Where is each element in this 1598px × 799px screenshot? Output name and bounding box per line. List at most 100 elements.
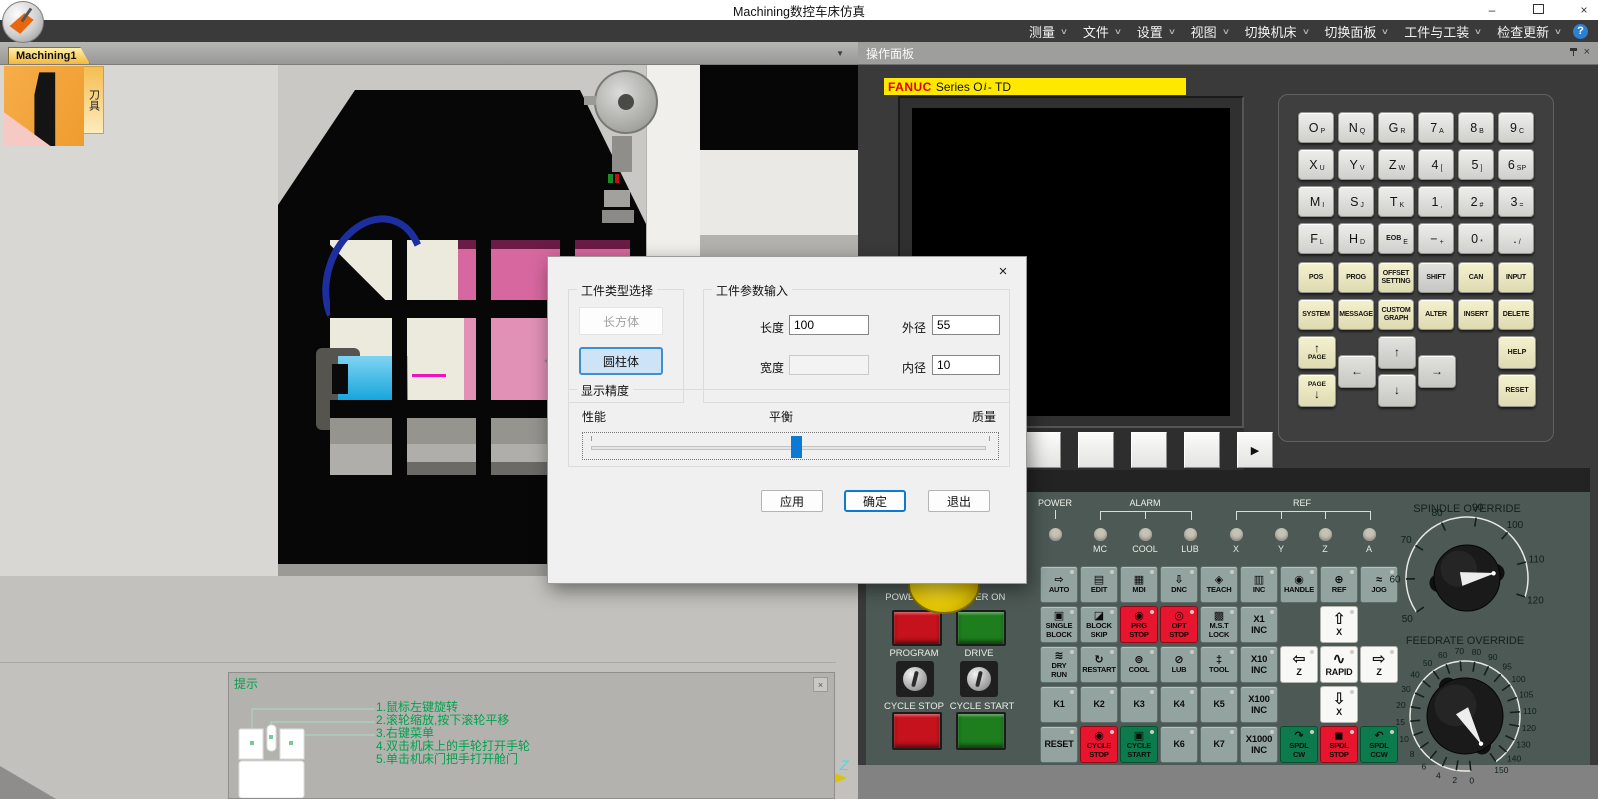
soft-key-4[interactable]	[1131, 432, 1167, 468]
key-offset-setting[interactable]: OFFSET SETTING	[1378, 262, 1414, 293]
panel-key-opt-stop[interactable]: ◎OPTSTOP	[1160, 606, 1198, 643]
key-custom-graph[interactable]: CUSTOM GRAPH	[1378, 299, 1414, 330]
key-g[interactable]: GR	[1378, 112, 1414, 143]
panel-key-x[interactable]: ⇩X	[1320, 686, 1358, 723]
key-.[interactable]: ./	[1498, 223, 1534, 254]
feedrate-override-knob[interactable]	[1427, 674, 1503, 757]
key-8[interactable]: 8B	[1458, 112, 1494, 143]
soft-key-5[interactable]	[1184, 432, 1220, 468]
length-input[interactable]	[789, 315, 869, 335]
drive-keyswitch[interactable]	[960, 661, 998, 697]
key-y[interactable]: YV	[1338, 149, 1374, 180]
key-system[interactable]: SYSTEM	[1298, 299, 1334, 330]
reset-key[interactable]: RESET	[1498, 374, 1536, 407]
cursor-left-key[interactable]: ←	[1338, 355, 1376, 388]
panel-key-cycle-start[interactable]: ▣CYCLESTART	[1120, 726, 1158, 763]
panel-key-x100-inc[interactable]: X100INC	[1240, 686, 1278, 723]
cuboid-button[interactable]: 长方体	[579, 307, 663, 335]
panel-key-ref[interactable]: ⊕REF	[1320, 566, 1358, 603]
key-6[interactable]: 6SP	[1498, 149, 1534, 180]
key-pos[interactable]: POS	[1298, 262, 1334, 293]
panel-key-edit[interactable]: ▤EDIT	[1080, 566, 1118, 603]
pin-icon[interactable]	[1573, 48, 1574, 56]
panel-key-k6[interactable]: K6	[1160, 726, 1198, 763]
key-message[interactable]: MESSAGE	[1338, 299, 1374, 330]
key-insert[interactable]: INSERT	[1458, 299, 1494, 330]
key-o[interactable]: OP	[1298, 112, 1334, 143]
panel-key-mdi[interactable]: ▦MDI	[1120, 566, 1158, 603]
menu-item-切换面板[interactable]: 切换面板∨	[1316, 20, 1396, 42]
panel-key-dnc[interactable]: ⇩DNC	[1160, 566, 1198, 603]
key-t[interactable]: TK	[1378, 186, 1414, 217]
panel-key-auto[interactable]: ⇨AUTO	[1040, 566, 1078, 603]
menu-item-检查更新[interactable]: 检查更新∨	[1489, 20, 1569, 42]
cycle-stop-button[interactable]	[892, 712, 942, 750]
panel-key-x[interactable]: ⇧X	[1320, 606, 1358, 643]
key-delete[interactable]: DELETE	[1498, 299, 1534, 330]
panel-key-mst-lock[interactable]: ▩M.S.TLOCK	[1200, 606, 1238, 643]
key-4[interactable]: 4[	[1418, 149, 1454, 180]
key-5[interactable]: 5]	[1458, 149, 1494, 180]
menu-item-设置[interactable]: 设置∨	[1129, 20, 1183, 42]
menu-item-工件与工装[interactable]: 工件与工装∨	[1396, 20, 1489, 42]
key-alter[interactable]: ALTER	[1418, 299, 1454, 330]
panel-key-k2[interactable]: K2	[1080, 686, 1118, 723]
key-−[interactable]: −+	[1418, 223, 1454, 254]
id-input[interactable]	[932, 355, 1000, 375]
panel-key-block-skip[interactable]: ◪BLOCKSKIP	[1080, 606, 1118, 643]
key-7[interactable]: 7A	[1418, 112, 1454, 143]
panel-key-rapid[interactable]: ∿RAPID	[1320, 646, 1358, 683]
key-n[interactable]: NQ	[1338, 112, 1374, 143]
power-on-button[interactable]	[956, 610, 1006, 646]
panel-close-icon[interactable]: ×	[1584, 46, 1590, 58]
precision-slider[interactable]	[582, 432, 999, 460]
panel-key-teach[interactable]: ◈TEACH	[1200, 566, 1238, 603]
key-x[interactable]: XU	[1298, 149, 1334, 180]
panel-key-tool[interactable]: ‡TOOL	[1200, 646, 1238, 683]
panel-key-prg-stop[interactable]: ◉PRGSTOP	[1120, 606, 1158, 643]
key-s[interactable]: SJ	[1338, 186, 1374, 217]
tab-machining1[interactable]: Machining1	[8, 47, 90, 64]
panel-key-x1000-inc[interactable]: X1000INC	[1240, 726, 1278, 763]
cursor-down-key[interactable]: ↓	[1378, 374, 1416, 407]
program-keyswitch[interactable]	[896, 661, 934, 697]
key-9[interactable]: 9C	[1498, 112, 1534, 143]
panel-key-inc[interactable]: ▥INC	[1240, 566, 1278, 603]
panel-key-spdl-cw[interactable]: ↷SPDLCW	[1280, 726, 1318, 763]
menu-item-测量[interactable]: 测量∨	[1021, 20, 1075, 42]
page-down-key[interactable]: PAGE ↓	[1298, 374, 1336, 407]
panel-key-spdl-stop[interactable]: ◼SPDLSTOP	[1320, 726, 1358, 763]
panel-key-reset[interactable]: RESET	[1040, 726, 1078, 763]
ok-button[interactable]: 确定	[844, 490, 906, 512]
od-input[interactable]	[932, 315, 1000, 335]
panel-key-k3[interactable]: K3	[1120, 686, 1158, 723]
hints-close-icon[interactable]: ×	[813, 677, 828, 692]
soft-key-2[interactable]	[1025, 432, 1061, 468]
key-can[interactable]: CAN	[1458, 262, 1494, 293]
key-z[interactable]: ZW	[1378, 149, 1414, 180]
soft-key-3[interactable]	[1078, 432, 1114, 468]
key-m[interactable]: MI	[1298, 186, 1334, 217]
menu-item-切换机床[interactable]: 切换机床∨	[1237, 20, 1317, 42]
close-button[interactable]: ×	[1576, 3, 1592, 17]
soft-key-6[interactable]: ▶	[1237, 432, 1273, 468]
apply-button[interactable]: 应用	[761, 490, 823, 512]
exit-button[interactable]: 退出	[928, 490, 990, 512]
cursor-right-key[interactable]: →	[1418, 355, 1456, 388]
panel-key-handle[interactable]: ◉HANDLE	[1280, 566, 1318, 603]
key-prog[interactable]: PROG	[1338, 262, 1374, 293]
key-input[interactable]: INPUT	[1498, 262, 1534, 293]
page-up-key[interactable]: ↑ PAGE	[1298, 336, 1336, 369]
key-shift[interactable]: SHIFT	[1418, 262, 1454, 293]
slider-thumb[interactable]	[791, 436, 802, 458]
key-0[interactable]: 0*	[1458, 223, 1494, 254]
power-off-button[interactable]	[892, 610, 942, 646]
help-icon[interactable]: ?	[1573, 24, 1588, 39]
menu-item-视图[interactable]: 视图∨	[1183, 20, 1237, 42]
maximize-button[interactable]	[1530, 3, 1546, 17]
panel-key-lub[interactable]: ⊘LUB	[1160, 646, 1198, 683]
tab-tools[interactable]: 刀具	[84, 66, 104, 134]
spindle-override-knob[interactable]	[1428, 545, 1506, 611]
panel-key-cool[interactable]: ⊚COOL	[1120, 646, 1158, 683]
panel-key-dry-run[interactable]: ≋DRYRUN	[1040, 646, 1078, 683]
